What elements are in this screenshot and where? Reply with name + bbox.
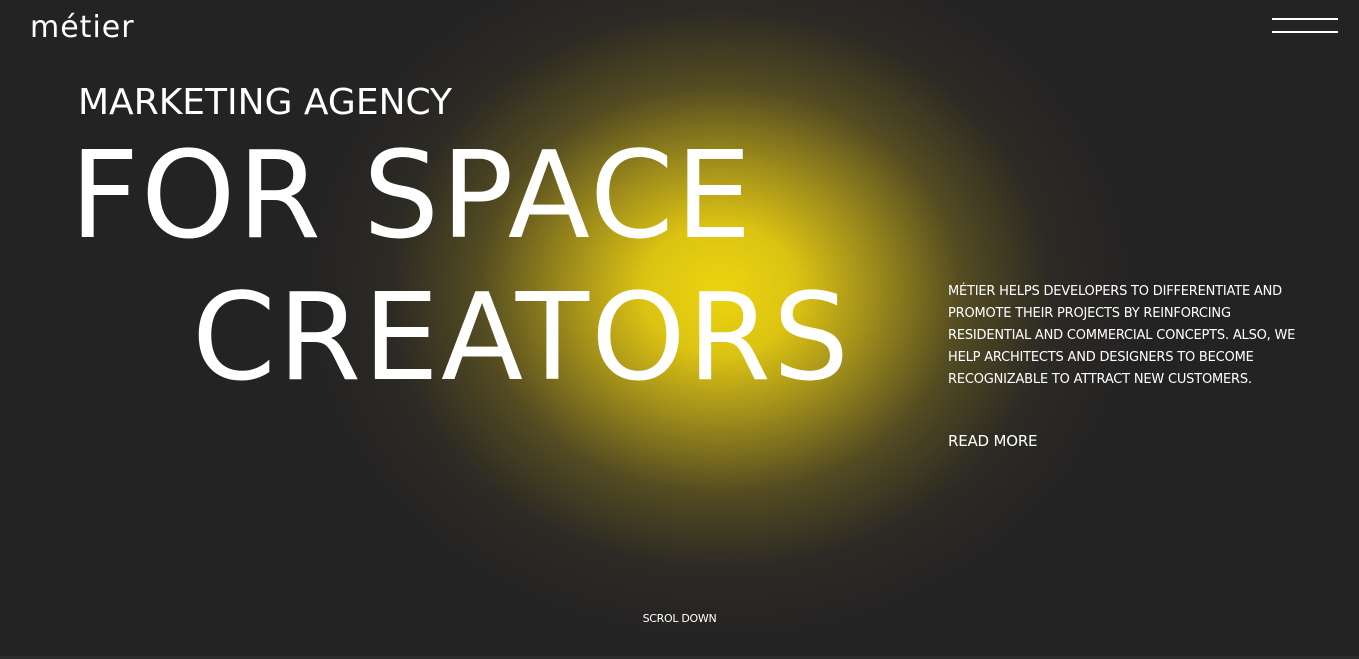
hero-description: MÉTIER HELPS DEVELOPERS TO DIFFERENTIATE… [948,284,1296,387]
hamburger-menu-icon[interactable] [1272,17,1340,35]
logo[interactable]: métier [30,8,135,48]
hero-page: métier MARKETING AGENCY FOR SPACE CREATO… [0,0,1359,659]
hero-headline-line1: FOR SPACE [70,127,754,266]
menu-bar-bottom [1272,31,1338,33]
hero-subtitle: MARKETING AGENCY [78,82,452,123]
hero-headline-line2: CREATORS [192,269,852,408]
scroll-down-link[interactable]: SCROL DOWN [0,611,1359,627]
read-more-link[interactable]: READ MORE [948,430,1038,452]
menu-bar-top [1272,18,1338,20]
